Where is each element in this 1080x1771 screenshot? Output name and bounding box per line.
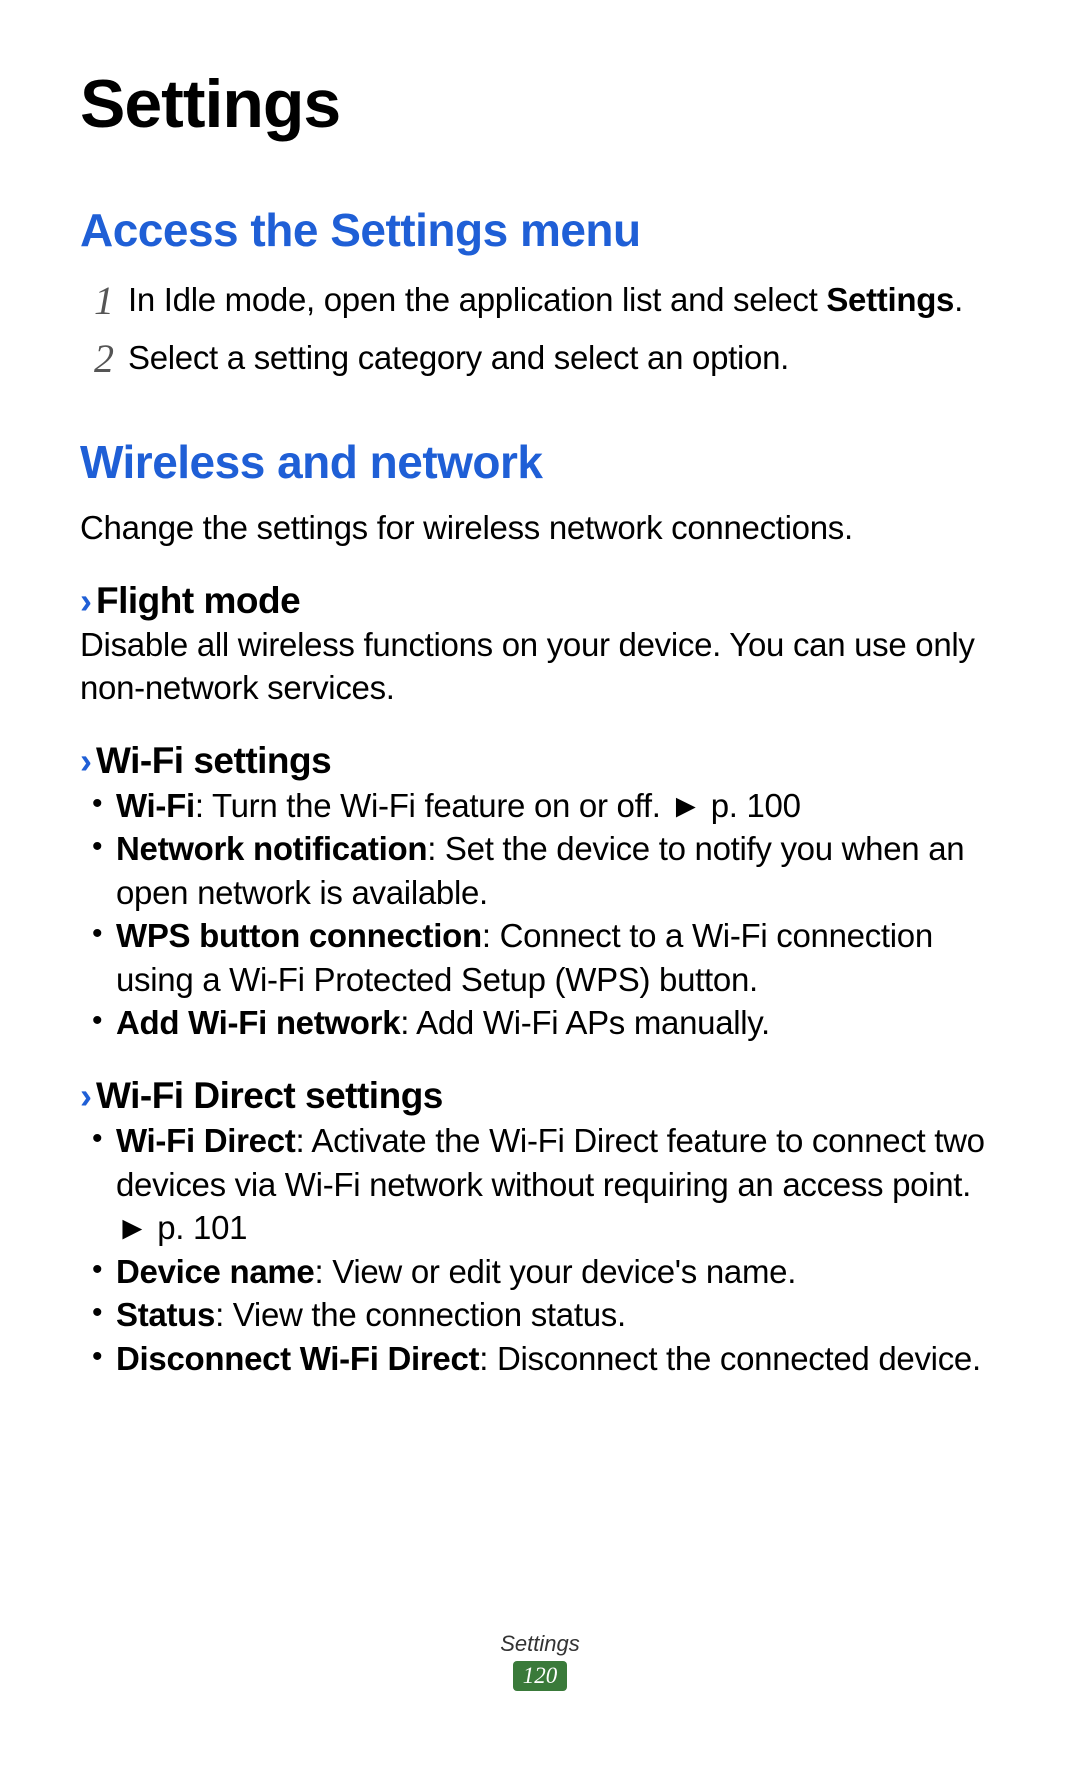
sub-heading-text: Wi-Fi Direct settings <box>96 1075 443 1117</box>
section-access-heading: Access the Settings menu <box>80 203 1000 257</box>
list-item: Status: View the connection status. <box>86 1293 1000 1337</box>
sub-heading-wifi-settings: › Wi-Fi settings <box>80 740 1000 782</box>
page-number-badge: 120 <box>513 1661 568 1691</box>
step-1: 1 In Idle mode, open the application lis… <box>80 275 1000 327</box>
list-item: WPS button connection: Connect to a Wi-F… <box>86 914 1000 1001</box>
chevron-icon: › <box>80 1075 92 1117</box>
step-number: 2 <box>80 333 128 385</box>
list-item: Network notification: Set the device to … <box>86 827 1000 914</box>
page-footer: Settings 120 <box>0 1631 1080 1691</box>
wifi-settings-list: Wi-Fi: Turn the Wi-Fi feature on or off.… <box>80 784 1000 1045</box>
list-item: Add Wi-Fi network: Add Wi-Fi APs manuall… <box>86 1001 1000 1045</box>
list-item: Wi-Fi: Turn the Wi-Fi feature on or off.… <box>86 784 1000 828</box>
step-text: In Idle mode, open the application list … <box>128 275 1000 322</box>
step-number: 1 <box>80 275 128 327</box>
step-2: 2 Select a setting category and select a… <box>80 333 1000 385</box>
sub-heading-text: Flight mode <box>96 580 300 622</box>
footer-label: Settings <box>0 1631 1080 1657</box>
sub-heading-flight-mode: › Flight mode <box>80 580 1000 622</box>
chevron-icon: › <box>80 580 92 622</box>
section-wireless-intro: Change the settings for wireless network… <box>80 507 1000 550</box>
section-wireless-heading: Wireless and network <box>80 435 1000 489</box>
list-item: Device name: View or edit your device's … <box>86 1250 1000 1294</box>
step-text: Select a setting category and select an … <box>128 333 1000 380</box>
flight-mode-text: Disable all wireless functions on your d… <box>80 624 1000 710</box>
sub-heading-text: Wi-Fi settings <box>96 740 331 782</box>
list-item: Disconnect Wi-Fi Direct: Disconnect the … <box>86 1337 1000 1381</box>
chevron-icon: › <box>80 740 92 782</box>
sub-heading-wifi-direct: › Wi-Fi Direct settings <box>80 1075 1000 1117</box>
list-item: Wi-Fi Direct: Activate the Wi-Fi Direct … <box>86 1119 1000 1250</box>
page-title: Settings <box>80 65 1000 143</box>
wifi-direct-list: Wi-Fi Direct: Activate the Wi-Fi Direct … <box>80 1119 1000 1380</box>
